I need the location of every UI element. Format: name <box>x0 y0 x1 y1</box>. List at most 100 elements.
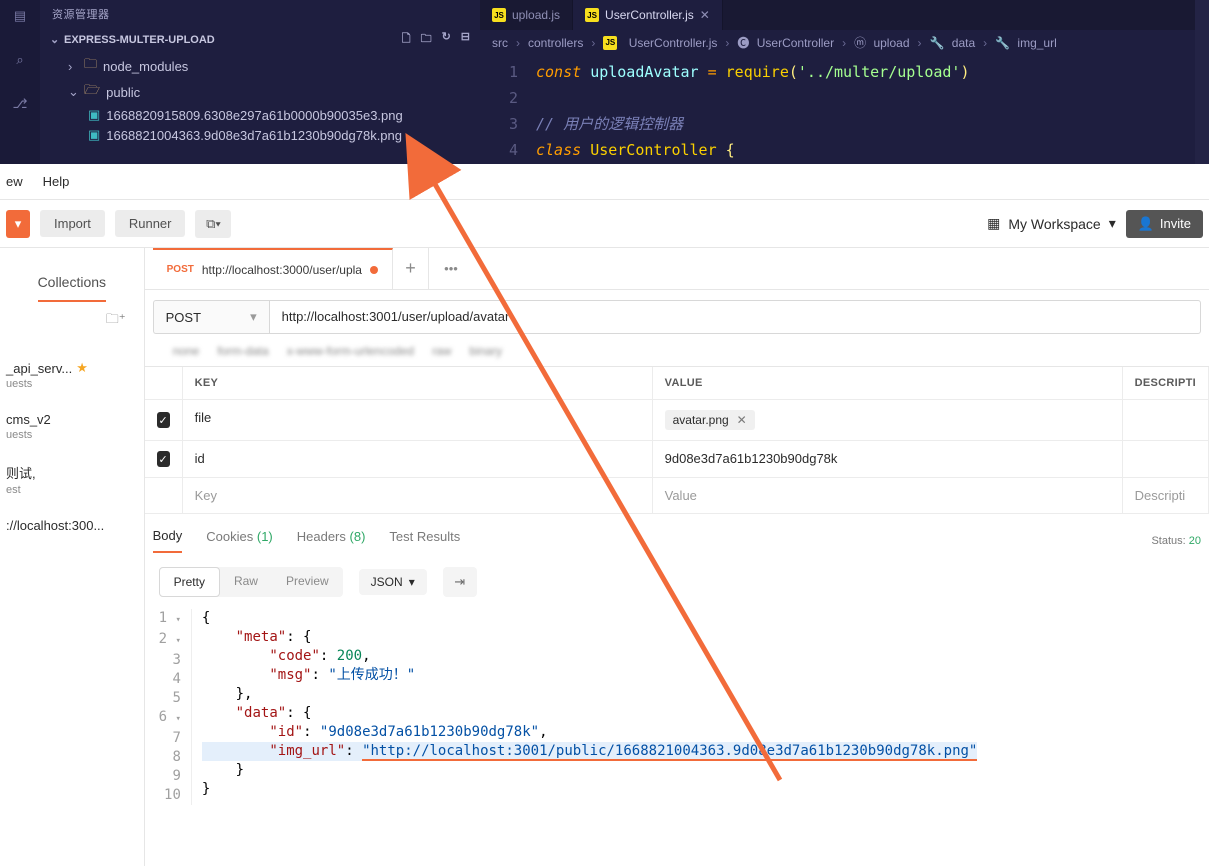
tab-usercontroller-js[interactable]: JS UserController.js ✕ <box>573 0 723 30</box>
response-body[interactable]: 1 ▾2 ▾3456 ▾78910 { "meta": { "code": 20… <box>145 605 1209 805</box>
user-plus-icon: 👤 <box>1138 216 1154 232</box>
postman-menubar: ew Help <box>0 164 1209 200</box>
table-header-key: KEY <box>183 367 653 400</box>
tab-headers[interactable]: Headers (8) <box>297 529 366 552</box>
workspace-selector[interactable]: ▦ My Workspace ▾ <box>987 215 1116 232</box>
image-icon: ▣ <box>88 127 100 143</box>
view-pretty[interactable]: Pretty <box>159 567 220 597</box>
star-icon: ★ <box>76 360 88 376</box>
desc-input[interactable]: Descripti <box>1123 478 1209 514</box>
body-type-selector: none form-data x-www-form-urlencoded raw… <box>145 344 1209 366</box>
invite-button[interactable]: 👤 Invite <box>1126 210 1203 238</box>
tab-test-results[interactable]: Test Results <box>389 529 460 552</box>
breadcrumb-class[interactable]: 🅒 UserController <box>737 34 834 51</box>
value-input[interactable]: 9d08e3d7a61b1230b90dg78k <box>653 441 1123 478</box>
table-header-value: VALUE <box>653 367 1123 400</box>
add-tab-button[interactable]: + <box>393 248 429 290</box>
key-input[interactable]: id <box>183 441 653 478</box>
body-type-raw[interactable]: raw <box>432 344 451 358</box>
breadcrumb-file[interactable]: JS UserController.js <box>603 36 717 50</box>
breadcrumb-src[interactable]: src <box>492 36 508 50</box>
view-raw[interactable]: Raw <box>220 567 272 597</box>
chevron-down-icon: ⌄ <box>68 84 78 100</box>
chevron-right-icon: › <box>68 59 78 74</box>
postman-sidebar: Collections 🗀⁺ _api_serv... ★ uests cms_… <box>0 248 145 866</box>
remove-file-icon[interactable]: ✕ <box>737 413 747 427</box>
code-editor[interactable]: 1234 const uploadAvatar = require('../mu… <box>480 55 1195 164</box>
new-button[interactable]: ▾ <box>6 210 30 238</box>
project-name[interactable]: ⌄ EXPRESS-MULTER-UPLOAD <box>50 33 215 46</box>
body-type-formdata[interactable]: form-data <box>217 344 268 358</box>
value-input[interactable]: avatar.png ✕ <box>653 400 1123 441</box>
view-preview[interactable]: Preview <box>272 567 343 597</box>
js-icon: JS <box>603 36 617 50</box>
runner-button[interactable]: Runner <box>115 210 186 237</box>
search-icon[interactable]: ⌕ <box>8 48 32 72</box>
body-type-binary[interactable]: binary <box>469 344 502 358</box>
gutter: 1234 <box>480 55 530 164</box>
checkbox[interactable]: ✓ <box>157 451 170 467</box>
code-content: const uploadAvatar = require('../multer/… <box>530 55 1195 164</box>
scrollbar[interactable] <box>1195 0 1209 164</box>
checkbox[interactable]: ✓ <box>157 412 170 428</box>
url-input[interactable]: http://localhost:3001/user/upload/avatar <box>269 300 1201 334</box>
breadcrumb-img-url[interactable]: 🔧 img_url <box>995 36 1057 50</box>
response-gutter: 1 ▾2 ▾3456 ▾78910 <box>159 609 192 805</box>
menu-view[interactable]: ew <box>6 174 23 189</box>
tab-upload-js[interactable]: JS upload.js <box>480 0 573 30</box>
format-select[interactable]: JSON ▾ <box>359 569 427 595</box>
new-collection-icon[interactable]: 🗀⁺ <box>106 310 126 332</box>
body-type-urlencoded[interactable]: x-www-form-urlencoded <box>287 344 414 358</box>
tree-file-2[interactable]: ▣ 1668821004363.9d08e3d7a61b1230b90dg78k… <box>44 125 476 145</box>
key-input[interactable]: file <box>183 400 653 441</box>
import-button[interactable]: Import <box>40 210 105 237</box>
tab-options-button[interactable]: ••• <box>429 261 473 276</box>
files-icon[interactable]: ▤ <box>8 4 32 28</box>
table-row: ✓ file avatar.png ✕ <box>145 400 1209 441</box>
tab-body[interactable]: Body <box>153 528 183 553</box>
source-control-icon[interactable]: ⎇ <box>8 92 32 116</box>
chevron-down-icon: ⌄ <box>50 33 60 46</box>
collection-item[interactable]: _api_serv... ★ uests <box>6 360 138 390</box>
new-folder-icon[interactable]: 🗀 <box>421 30 432 49</box>
request-tab-bar: POST http://localhost:3000/user/upla + •… <box>145 248 1209 290</box>
breadcrumb-data[interactable]: 🔧 data <box>930 36 976 50</box>
response-tabs: Body Cookies (1) Headers (8) Test Result… <box>145 514 1209 559</box>
request-tab[interactable]: POST http://localhost:3000/user/upla <box>153 248 393 290</box>
body-type-none[interactable]: none <box>173 344 200 358</box>
vscode-activity-bar: ▤ ⌕ ⎇ <box>0 0 40 164</box>
desc-input[interactable] <box>1123 441 1209 478</box>
tree-public[interactable]: ⌄ 🗁 public <box>44 79 476 105</box>
table-header-desc: DESCRIPTI <box>1123 367 1209 400</box>
breadcrumb-controllers[interactable]: controllers <box>528 36 583 50</box>
sidebar-tab-collections[interactable]: Collections <box>38 264 106 302</box>
close-icon[interactable]: ✕ <box>700 8 710 22</box>
collapse-icon[interactable]: ⊟ <box>461 30 470 49</box>
collection-item[interactable]: 则试, est <box>6 463 138 496</box>
new-window-button[interactable]: ⧉▾ <box>195 210 231 238</box>
js-icon: JS <box>585 8 599 22</box>
wrap-button[interactable]: ⇥ <box>443 567 477 597</box>
collection-item[interactable]: ://localhost:300... <box>6 518 138 533</box>
form-data-table: KEY VALUE DESCRIPTI ✓ file avatar.png ✕ <box>145 366 1209 514</box>
vscode-editor-tabs: JS upload.js JS UserController.js ✕ <box>480 0 1195 30</box>
key-input[interactable]: Key <box>183 478 653 514</box>
method-select[interactable]: POST ▾ <box>153 300 269 334</box>
tree-node-modules[interactable]: › 🗀 node_modules <box>44 53 476 79</box>
tree-file-1[interactable]: ▣ 1668820915809.6308e297a61b0000b90035e3… <box>44 105 476 125</box>
new-file-icon[interactable]: 🗋 <box>402 30 411 49</box>
js-icon: JS <box>492 8 506 22</box>
refresh-icon[interactable]: ↻ <box>442 30 451 49</box>
status-badge: Status: 20 <box>1151 535 1201 547</box>
menu-help[interactable]: Help <box>43 174 70 189</box>
desc-input[interactable] <box>1123 400 1209 441</box>
tab-cookies[interactable]: Cookies (1) <box>206 529 272 552</box>
collection-item[interactable]: cms_v2 uests <box>6 412 138 441</box>
folder-open-icon: 🗁 <box>84 81 100 103</box>
value-input[interactable]: Value <box>653 478 1123 514</box>
explorer-title: 资源管理器 <box>40 0 480 28</box>
chevron-down-icon: ▾ <box>1109 215 1116 232</box>
breadcrumb-method[interactable]: ⓜ upload <box>854 34 909 51</box>
table-row: ✓ id 9d08e3d7a61b1230b90dg78k <box>145 441 1209 478</box>
breadcrumb: src› controllers› JS UserController.js› … <box>480 30 1195 55</box>
